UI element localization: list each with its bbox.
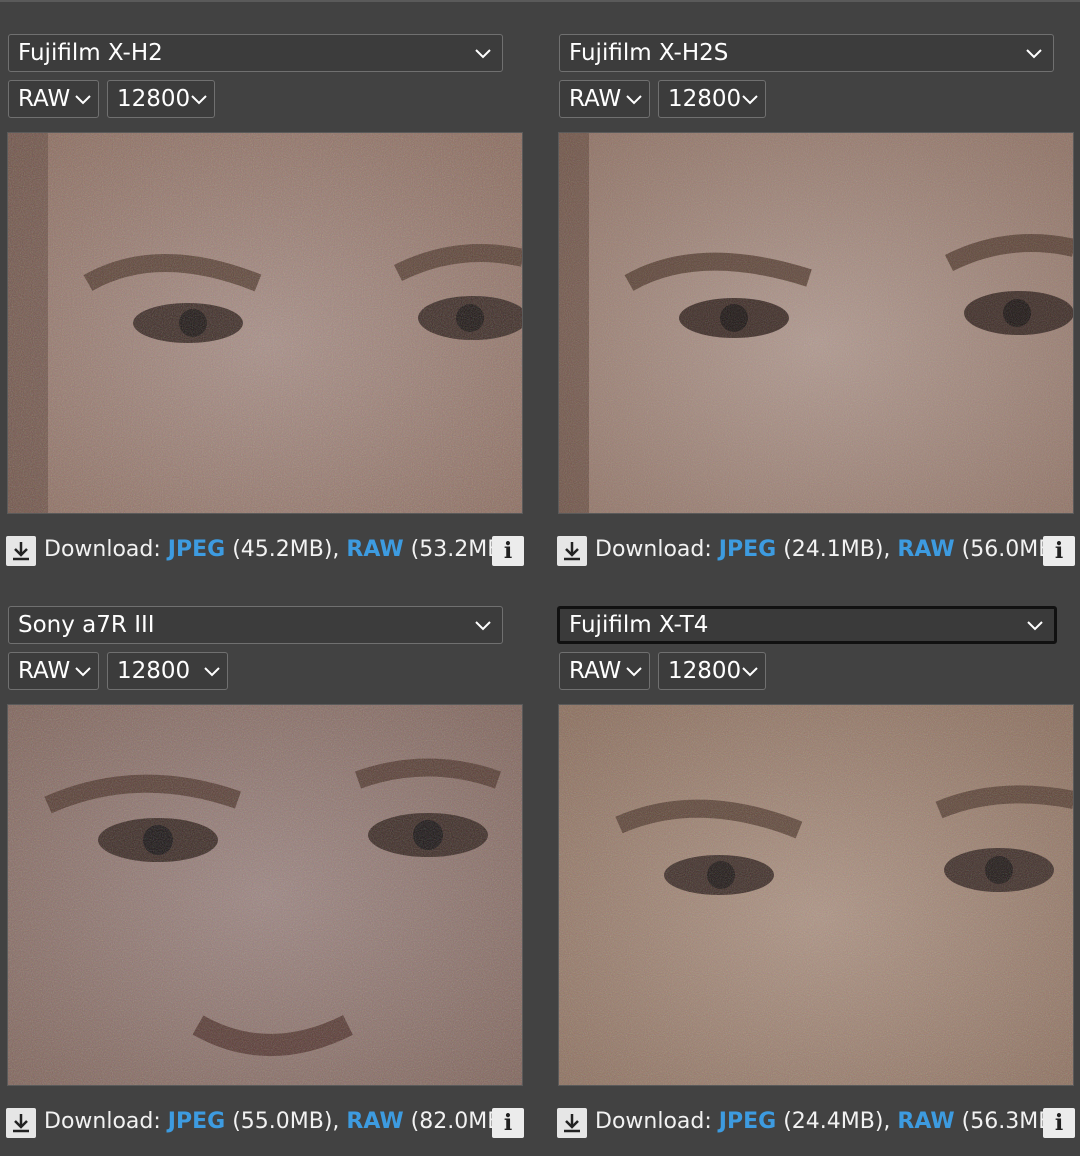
jpeg-link[interactable]: JPEG xyxy=(168,1109,225,1134)
info-icon[interactable]: i xyxy=(492,1108,524,1138)
download-row: Download: JPEG (24.4MB), RAW (56.3MB) i xyxy=(557,1106,1077,1138)
info-icon[interactable]: i xyxy=(1043,536,1075,566)
chevron-down-icon xyxy=(74,653,92,689)
chevron-down-icon xyxy=(74,81,92,117)
download-icon[interactable] xyxy=(6,1108,36,1138)
format-select-value: RAW xyxy=(18,86,71,112)
jpeg-link[interactable]: JPEG xyxy=(719,537,776,562)
comparison-panel-2: Fujifilm X-H2S RAW 12800 Download: JPEG … xyxy=(551,0,1075,570)
download-row: Download: JPEG (45.2MB), RAW (53.2MB) i xyxy=(6,534,526,566)
camera-select-value: Sony a7R III xyxy=(18,612,155,638)
sample-image[interactable] xyxy=(558,704,1074,1086)
chevron-down-icon xyxy=(474,35,492,71)
iso-select[interactable]: 12800 xyxy=(107,80,215,118)
raw-link[interactable]: RAW xyxy=(897,537,954,562)
format-select[interactable]: RAW xyxy=(8,652,99,690)
info-icon[interactable]: i xyxy=(1043,1108,1075,1138)
jpeg-link[interactable]: JPEG xyxy=(719,1109,776,1134)
iso-select[interactable]: 12800 xyxy=(658,652,766,690)
raw-link[interactable]: RAW xyxy=(346,537,403,562)
format-select-value: RAW xyxy=(569,86,622,112)
camera-select[interactable]: Fujifilm X-T4 xyxy=(557,606,1057,644)
chevron-down-icon xyxy=(1026,609,1044,641)
info-icon[interactable]: i xyxy=(492,536,524,566)
camera-select[interactable]: Sony a7R III xyxy=(8,606,503,644)
download-row: Download: JPEG (24.1MB), RAW (56.0MB) i xyxy=(557,534,1077,566)
sample-image[interactable] xyxy=(7,132,523,514)
format-select-value: RAW xyxy=(569,658,622,684)
download-icon[interactable] xyxy=(557,536,587,566)
iso-select[interactable]: 12800 xyxy=(107,652,228,690)
camera-select[interactable]: Fujifilm X-H2S xyxy=(559,34,1054,72)
iso-select-value: 12800 xyxy=(668,658,742,684)
camera-select-value: Fujifilm X-T4 xyxy=(569,612,709,638)
chevron-down-icon xyxy=(203,653,221,689)
chevron-down-icon xyxy=(474,607,492,643)
comparison-panel-3: Sony a7R III RAW 12800 Download: JPEG (5… xyxy=(0,572,524,1142)
sample-image[interactable] xyxy=(558,132,1074,514)
download-row: Download: JPEG (55.0MB), RAW (82.0MB) i xyxy=(6,1106,526,1138)
camera-select-value: Fujifilm X-H2 xyxy=(18,40,163,66)
format-select[interactable]: RAW xyxy=(559,652,650,690)
download-text: Download: JPEG (24.1MB), RAW (56.0MB) xyxy=(595,534,1062,566)
iso-select-value: 12800 xyxy=(668,86,742,112)
chevron-down-icon xyxy=(625,653,643,689)
raw-link[interactable]: RAW xyxy=(897,1109,954,1134)
comparison-panel-1: Fujifilm X-H2 RAW 12800 Download: JPEG (… xyxy=(0,0,524,570)
sample-image[interactable] xyxy=(7,704,523,1086)
download-label: Download: xyxy=(44,537,161,562)
camera-select[interactable]: Fujifilm X-H2 xyxy=(8,34,503,72)
jpeg-size: (45.2MB), xyxy=(232,537,340,562)
download-label: Download: xyxy=(595,1109,712,1134)
download-label: Download: xyxy=(595,537,712,562)
comparison-panel-4: Fujifilm X-T4 RAW 12800 Download: JPEG (… xyxy=(551,572,1075,1142)
chevron-down-icon xyxy=(625,81,643,117)
iso-select[interactable]: 12800 xyxy=(658,80,766,118)
jpeg-link[interactable]: JPEG xyxy=(168,537,225,562)
jpeg-size: (55.0MB), xyxy=(232,1109,340,1134)
download-label: Download: xyxy=(44,1109,161,1134)
download-icon[interactable] xyxy=(557,1108,587,1138)
raw-link[interactable]: RAW xyxy=(346,1109,403,1134)
format-select[interactable]: RAW xyxy=(559,80,650,118)
format-select-value: RAW xyxy=(18,658,71,684)
jpeg-size: (24.4MB), xyxy=(783,1109,891,1134)
iso-select-value: 12800 xyxy=(117,658,191,684)
chevron-down-icon xyxy=(1025,35,1043,71)
download-text: Download: JPEG (45.2MB), RAW (53.2MB) xyxy=(44,534,511,566)
chevron-down-icon xyxy=(741,81,759,117)
download-icon[interactable] xyxy=(6,536,36,566)
jpeg-size: (24.1MB), xyxy=(783,537,891,562)
download-text: Download: JPEG (55.0MB), RAW (82.0MB) xyxy=(44,1106,511,1138)
iso-select-value: 12800 xyxy=(117,86,191,112)
download-text: Download: JPEG (24.4MB), RAW (56.3MB) xyxy=(595,1106,1062,1138)
chevron-down-icon xyxy=(190,81,208,117)
camera-select-value: Fujifilm X-H2S xyxy=(569,40,729,66)
format-select[interactable]: RAW xyxy=(8,80,99,118)
chevron-down-icon xyxy=(741,653,759,689)
